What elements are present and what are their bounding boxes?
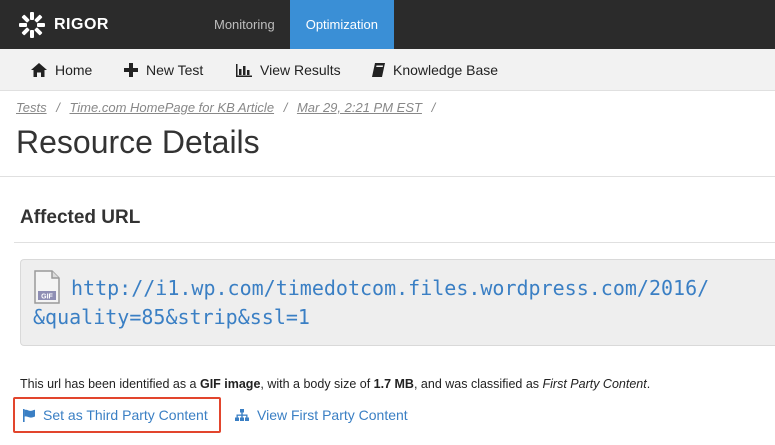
brand-name: RIGOR xyxy=(54,16,109,33)
brand-logo[interactable]: RIGOR xyxy=(18,11,109,39)
breadcrumb-run-date[interactable]: Mar 29, 2:21 PM EST xyxy=(297,100,422,115)
home-icon xyxy=(31,63,47,77)
nav-knowledge-base-label: Knowledge Base xyxy=(393,62,499,78)
section-title-affected-url: Affected URL xyxy=(20,207,141,228)
bar-chart-icon xyxy=(236,63,252,77)
nav-view-results-label: View Results xyxy=(260,62,341,78)
tab-monitoring[interactable]: Monitoring xyxy=(199,0,290,49)
view-first-party-button[interactable]: View First Party Content xyxy=(235,397,408,433)
info-prefix: This url has been identified as a xyxy=(20,377,200,391)
plus-icon xyxy=(124,63,138,77)
info-middle: , with a body size of xyxy=(260,377,374,391)
sitemap-icon xyxy=(235,408,249,421)
view-first-party-label: View First Party Content xyxy=(257,407,408,423)
info-body-size: 1.7 MB xyxy=(373,377,414,391)
nav-knowledge-base[interactable]: Knowledge Base xyxy=(372,49,498,91)
info-classification: First Party Content xyxy=(542,377,647,391)
page-title: Resource Details xyxy=(16,124,260,160)
divider xyxy=(0,176,775,177)
breadcrumb-separator: / xyxy=(431,100,436,115)
set-third-party-label: Set as Third Party Content xyxy=(43,407,208,423)
tab-optimization[interactable]: Optimization xyxy=(289,0,394,49)
nav-home[interactable]: Home xyxy=(31,49,92,91)
info-suffix: , and was classified as xyxy=(413,377,543,391)
breadcrumb-tests[interactable]: Tests xyxy=(16,100,47,115)
breadcrumb-separator: / xyxy=(56,100,60,115)
nav-home-label: Home xyxy=(55,62,93,78)
flag-icon xyxy=(23,408,35,422)
breadcrumb-test-name[interactable]: Time.com HomePage for KB Article xyxy=(69,100,274,115)
sub-nav: Home New Test View Results Knowledge Bas… xyxy=(0,49,775,91)
resource-info: This url has been identified as a GIF im… xyxy=(20,377,650,391)
affected-url-link[interactable]: http://i1.wp.com/timedotcom.files.wordpr… xyxy=(33,274,775,332)
top-bar: RIGOR Monitoring Optimization xyxy=(0,0,775,49)
gif-file-label: GIF xyxy=(41,294,53,301)
book-icon xyxy=(372,63,385,77)
nav-new-test-label: New Test xyxy=(146,62,204,78)
info-end: . xyxy=(646,377,651,391)
top-nav: Monitoring Optimization xyxy=(199,0,394,49)
set-third-party-button[interactable]: Set as Third Party Content xyxy=(13,397,221,433)
affected-url-line-1: http://i1.wp.com/timedotcom.files.wordpr… xyxy=(71,276,710,300)
affected-url-box: GIF http://i1.wp.com/timedotcom.files.wo… xyxy=(20,259,775,346)
info-resource-type: GIF image xyxy=(199,377,261,391)
nav-new-test[interactable]: New Test xyxy=(124,49,203,91)
breadcrumb: Tests / Time.com HomePage for KB Article… xyxy=(16,100,441,115)
nav-view-results[interactable]: View Results xyxy=(236,49,341,91)
gif-file-icon: GIF xyxy=(34,270,60,304)
rigor-logo-icon xyxy=(19,12,45,38)
affected-url-line-2: &quality=85&strip&ssl=1 xyxy=(33,305,310,329)
breadcrumb-separator: / xyxy=(283,100,288,115)
divider xyxy=(14,242,775,243)
